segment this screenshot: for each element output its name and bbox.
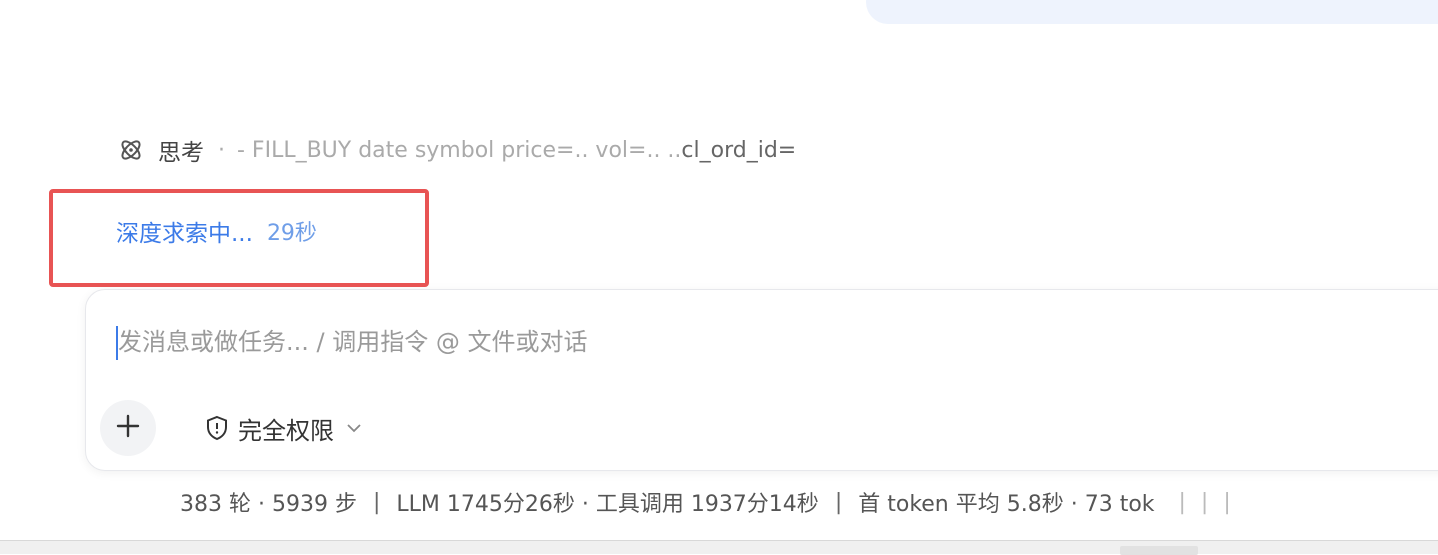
deep-search-status: 深度求索中... 29秒 [116,213,317,249]
permission-label: 完全权限 [238,416,334,445]
thinking-summary-strong: cl_ord_id= [681,137,797,163]
thinking-summary: - FILL_BUY date symbol price=.. vol=.. .… [237,138,796,163]
message-composer: 完全权限 [85,289,1438,471]
session-stats: 383 轮 · 5939 步 | LLM 1745分26秒 · 工具调用 193… [180,484,1438,520]
message-input[interactable] [118,318,1118,366]
stats-rounds-steps: 383 轮 · 5939 步 [180,492,357,517]
user-message-bubble [866,0,1438,24]
thinking-row[interactable]: 思考 · - FILL_BUY date symbol price=.. vol… [118,133,796,167]
stats-divider: | [834,489,843,515]
window-bottom-bar [0,540,1438,555]
shield-alert-icon [204,415,230,441]
thinking-label: 思考 [158,140,204,166]
deep-search-label: 深度求索中... [116,221,253,247]
stats-overflow: | | | [1178,489,1235,515]
plus-icon [115,413,141,443]
atom-icon [118,137,144,163]
permission-dropdown[interactable]: 完全权限 [204,408,364,448]
stats-divider: | [372,489,381,515]
stats-llm-tools: LLM 1745分26秒 · 工具调用 1937分14秒 [396,492,819,517]
thinking-summary-prefix: - FILL_BUY date symbol price=.. vol=.. .… [237,137,682,163]
add-attachment-button[interactable] [100,400,156,456]
chevron-down-icon [344,418,364,438]
thinking-separator: · [218,137,225,163]
stats-first-token: 首 token 平均 5.8秒 · 73 tok [858,492,1155,517]
deep-search-elapsed: 29秒 [266,221,317,246]
